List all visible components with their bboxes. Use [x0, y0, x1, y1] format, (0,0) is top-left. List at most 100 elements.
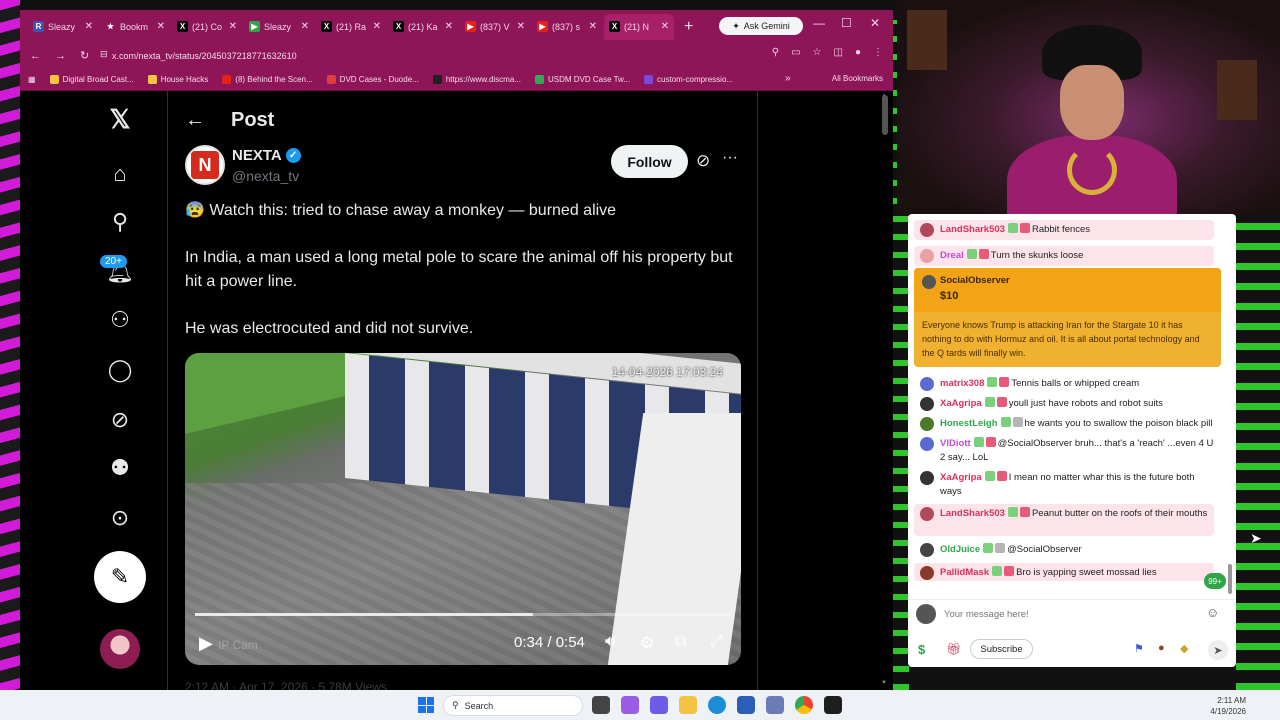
tab-close-icon[interactable]: ✕	[301, 21, 309, 32]
browser-tab[interactable]: R Sleazy ✕	[28, 14, 98, 40]
send-icon[interactable]: ➤	[1208, 640, 1228, 660]
browser-tab[interactable]: ▶ (837) s ✕	[532, 14, 602, 40]
grok-explain-icon[interactable]: ⊘	[696, 151, 710, 171]
store-icon[interactable]	[737, 696, 755, 714]
browser-tab[interactable]: X (21) Ra ✕	[316, 14, 386, 40]
superchat-username[interactable]: SocialObserver	[940, 275, 1010, 286]
play-icon[interactable]: ▶	[199, 633, 213, 654]
bookmark-item[interactable]: https://www.discma...	[432, 74, 521, 84]
task-view-icon[interactable]	[592, 696, 610, 714]
bookmarks-overflow-icon[interactable]: »	[785, 73, 791, 84]
forward-icon[interactable]: →	[55, 50, 66, 62]
close-window-button[interactable]: ✕	[870, 16, 880, 30]
browser-tab[interactable]: X (21) N ✕	[604, 13, 674, 40]
bookmark-item[interactable]: (8) Behind the Scen...	[222, 74, 313, 84]
messages-icon[interactable]: ◯	[105, 355, 135, 385]
profile-icon[interactable]: ●	[855, 47, 861, 58]
x-logo-icon[interactable]: 𝕏	[105, 104, 135, 134]
all-bookmarks-button[interactable]: All Bookmarks	[828, 74, 883, 83]
copilot-icon[interactable]	[621, 696, 639, 714]
more-nav-icon[interactable]: ⊙	[105, 503, 135, 533]
new-tab-button[interactable]: +	[684, 18, 693, 36]
tab-close-icon[interactable]: ✕	[85, 21, 93, 32]
chat-username[interactable]: Dreal	[940, 250, 964, 261]
chat-username[interactable]: XaAgripa	[940, 472, 982, 483]
apps-grid-icon[interactable]: ▦	[28, 75, 36, 84]
gift-icon[interactable]: 🎁︎	[946, 642, 961, 656]
chat-username[interactable]: VlDiott	[940, 438, 971, 449]
bookmark-star-icon[interactable]: ☆	[813, 47, 822, 58]
scroll-down-arrow[interactable]: ▼	[881, 680, 887, 686]
file-explorer-icon[interactable]	[679, 696, 697, 714]
site-info-icon[interactable]: ⊟	[100, 49, 108, 60]
emote-icon[interactable]: ●	[1158, 642, 1165, 654]
maximize-button[interactable]: ☐	[841, 16, 852, 30]
address-bar[interactable]: x.com/nexta_tv/status/204503721877163261…	[112, 47, 772, 64]
compose-post-button[interactable]: ✎	[94, 551, 146, 603]
search-icon[interactable]: ⚲	[105, 207, 135, 237]
pip-icon[interactable]: ⧉	[675, 633, 686, 651]
browser-tab[interactable]: ▶ (837) V ✕	[460, 14, 530, 40]
emoji-icon[interactable]: ☺	[1206, 605, 1219, 620]
tab-close-icon[interactable]: ✕	[589, 21, 597, 32]
chat-username[interactable]: OldJuice	[940, 544, 980, 555]
emote-icon[interactable]: ◆	[1180, 642, 1188, 655]
chat-username[interactable]: matrix308	[940, 378, 984, 389]
new-messages-badge[interactable]: 99+	[1204, 573, 1226, 589]
sidebar-icon[interactable]: ◫	[834, 47, 843, 58]
chrome-icon[interactable]	[795, 696, 813, 714]
browser-tab[interactable]: X (21) Ka ✕	[388, 14, 458, 40]
chat-username[interactable]: LandShark503	[940, 508, 1005, 519]
home-icon[interactable]: ⌂	[105, 159, 135, 189]
bookmark-item[interactable]: Digital Broad Cast...	[49, 74, 134, 84]
browser-tab[interactable]: ▶ Sleazy ✕	[244, 14, 314, 40]
cast-icon[interactable]: ▭	[791, 47, 800, 58]
tab-close-icon[interactable]: ✕	[157, 21, 165, 32]
author-handle[interactable]: @nexta_tv	[232, 168, 299, 184]
chat-username[interactable]: XaAgripa	[940, 398, 982, 409]
chat-username[interactable]: PallidMask	[940, 567, 989, 578]
follow-icon[interactable]: ⚇	[105, 305, 135, 335]
back-arrow-icon[interactable]: ←	[185, 109, 205, 132]
follow-button[interactable]: Follow	[611, 145, 688, 178]
browser-tab[interactable]: ★ Bookm ✕	[100, 14, 170, 40]
page-scrollbar[interactable]	[882, 95, 888, 135]
app-icon[interactable]	[766, 696, 784, 714]
browser-tab[interactable]: X (21) Co ✕	[172, 14, 242, 40]
profile-nav-icon[interactable]: ⚉	[105, 453, 135, 483]
back-icon[interactable]: ←	[30, 50, 41, 62]
account-avatar[interactable]	[100, 629, 140, 669]
author-name[interactable]: NEXTA ✓	[232, 147, 301, 164]
tab-close-icon[interactable]: ✕	[517, 21, 525, 32]
tab-close-icon[interactable]: ✕	[373, 21, 381, 32]
chat-username[interactable]: HonestLeigh	[940, 418, 998, 429]
chat-message-input[interactable]	[944, 604, 1204, 624]
bookmark-item[interactable]: USDM DVD Case Tw...	[534, 74, 630, 84]
tab-close-icon[interactable]: ✕	[661, 21, 669, 32]
tab-close-icon[interactable]: ✕	[229, 21, 237, 32]
bookmark-item[interactable]: House Hacks	[147, 74, 208, 84]
flag-emote-icon[interactable]: ⚑	[1134, 642, 1144, 655]
grok-icon[interactable]: ⊘	[105, 405, 135, 435]
more-options-icon[interactable]: ···	[722, 149, 738, 167]
bookmark-item[interactable]: custom-compressio...	[644, 74, 733, 84]
donate-icon[interactable]: $	[918, 642, 925, 657]
fullscreen-icon[interactable]: ⤢	[710, 633, 723, 651]
minimize-button[interactable]: —	[813, 16, 825, 30]
tab-close-icon[interactable]: ✕	[445, 21, 453, 32]
reload-icon[interactable]: ↻	[80, 49, 89, 62]
subscribe-button[interactable]: Subscribe	[970, 639, 1033, 659]
volume-icon[interactable]: 🔊︎	[605, 633, 615, 651]
taskbar-search[interactable]: ⚲ Search	[443, 695, 583, 716]
menu-icon[interactable]: ⋮	[873, 47, 883, 58]
zoom-icon[interactable]: ⚲	[772, 47, 779, 58]
ask-gemini-button[interactable]: ✦ Ask Gemini	[719, 17, 803, 35]
author-avatar[interactable]: N	[185, 145, 225, 185]
settings-icon[interactable]: ⚙	[640, 633, 654, 653]
windows-start-icon[interactable]	[418, 697, 434, 713]
bookmark-item[interactable]: DVD Cases - Duode...	[326, 74, 419, 84]
teams-icon[interactable]	[650, 696, 668, 714]
app-icon[interactable]	[824, 696, 842, 714]
chat-scrollbar[interactable]	[1228, 564, 1232, 594]
system-clock[interactable]: 2:11 AM 4/19/2026	[1196, 695, 1246, 717]
